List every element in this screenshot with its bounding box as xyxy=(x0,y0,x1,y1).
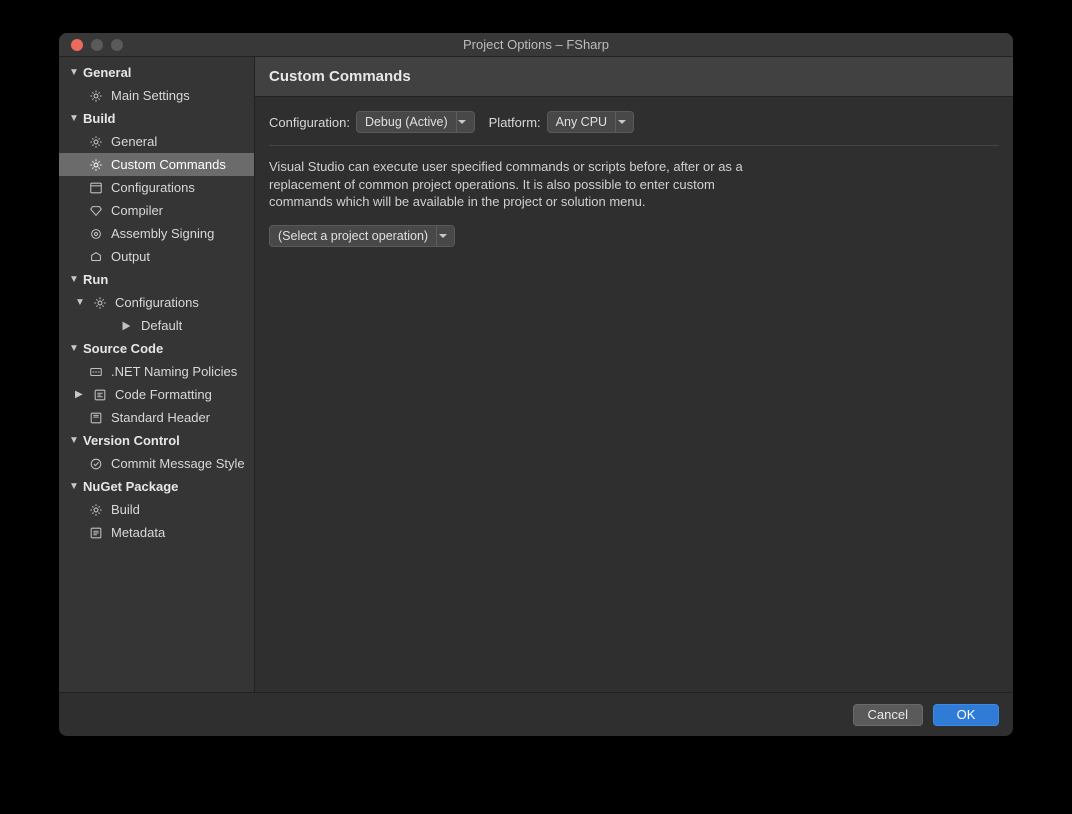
sidebar-item-code-formatting[interactable]: ▶ Code Formatting xyxy=(59,383,254,406)
sidebar-item-run-default[interactable]: Default xyxy=(59,314,254,337)
sidebar-item-nuget-build[interactable]: Build xyxy=(59,498,254,521)
sidebar-item-commit-message-style[interactable]: Commit Message Style xyxy=(59,452,254,475)
sidebar-category-nuget[interactable]: ▼ NuGet Package xyxy=(59,475,254,498)
disclosure-triangle-icon: ▼ xyxy=(69,113,79,124)
sidebar-item-label: General xyxy=(111,134,157,149)
divider xyxy=(269,145,999,146)
sidebar-item-nuget-metadata[interactable]: Metadata xyxy=(59,521,254,544)
config-row: Configuration: Debug (Active) Platform: … xyxy=(269,111,999,133)
dropdown-caret-icon xyxy=(456,112,468,132)
sidebar-category-run[interactable]: ▼ Run xyxy=(59,268,254,291)
sidebar-item-compiler[interactable]: Compiler xyxy=(59,199,254,222)
disclosure-triangle-icon: ▼ xyxy=(69,67,79,78)
operation-dropdown[interactable]: (Select a project operation) xyxy=(269,225,455,247)
disclosure-triangle-icon: ▼ xyxy=(69,343,79,354)
metadata-icon xyxy=(89,526,103,540)
sidebar-item-label: .NET Naming Policies xyxy=(111,364,237,379)
window-title: Project Options – FSharp xyxy=(59,37,1013,52)
sidebar-item-label: Default xyxy=(141,318,182,333)
sidebar-item-label: Assembly Signing xyxy=(111,226,214,241)
dropdown-caret-icon xyxy=(615,112,627,132)
sidebar-item-naming-policies[interactable]: .NET Naming Policies xyxy=(59,360,254,383)
checkmark-circle-icon xyxy=(89,457,103,471)
content-pane: Custom Commands Configuration: Debug (Ac… xyxy=(255,57,1013,692)
content-body: Configuration: Debug (Active) Platform: … xyxy=(255,97,1013,692)
sidebar-category-source-code[interactable]: ▼ Source Code xyxy=(59,337,254,360)
sidebar-item-output[interactable]: Output xyxy=(59,245,254,268)
sidebar-category-label: Run xyxy=(83,272,108,287)
sidebar-category-label: Build xyxy=(83,111,116,126)
configuration-dropdown[interactable]: Debug (Active) xyxy=(356,111,475,133)
naming-icon xyxy=(89,365,103,379)
operation-select-row: (Select a project operation) xyxy=(269,225,999,247)
disclosure-triangle-icon: ▼ xyxy=(69,435,79,446)
titlebar: Project Options – FSharp xyxy=(59,33,1013,57)
button-label: Cancel xyxy=(868,707,908,722)
project-options-window: Project Options – FSharp ▼ General Main … xyxy=(59,33,1013,736)
sidebar-item-label: Build xyxy=(111,502,140,517)
gear-icon xyxy=(89,135,103,149)
footer: Cancel OK xyxy=(59,692,1013,736)
sidebar-item-configurations[interactable]: Configurations xyxy=(59,176,254,199)
sidebar-item-label: Standard Header xyxy=(111,410,210,425)
compiler-icon xyxy=(89,204,103,218)
configuration-label: Configuration: xyxy=(269,115,350,130)
output-icon xyxy=(89,250,103,264)
sidebar-item-label: Compiler xyxy=(111,203,163,218)
gear-icon xyxy=(89,89,103,103)
ok-button[interactable]: OK xyxy=(933,704,999,726)
disclosure-triangle-icon: ▶ xyxy=(75,389,85,400)
disclosure-triangle-icon: ▼ xyxy=(69,274,79,285)
disclosure-triangle-icon: ▼ xyxy=(75,297,85,308)
platform-value: Any CPU xyxy=(556,115,607,129)
sidebar-item-custom-commands[interactable]: Custom Commands xyxy=(59,153,254,176)
sidebar-item-label: Configurations xyxy=(111,180,195,195)
content-heading-label: Custom Commands xyxy=(269,68,411,85)
content-heading: Custom Commands xyxy=(255,57,1013,97)
gear-icon xyxy=(89,158,103,172)
sidebar-item-assembly-signing[interactable]: Assembly Signing xyxy=(59,222,254,245)
sidebar-category-label: Source Code xyxy=(83,341,163,356)
gear-icon xyxy=(93,296,107,310)
sidebar: ▼ General Main Settings ▼ Build General … xyxy=(59,57,255,692)
cancel-button[interactable]: Cancel xyxy=(853,704,923,726)
sidebar-category-version-control[interactable]: ▼ Version Control xyxy=(59,429,254,452)
platform-dropdown[interactable]: Any CPU xyxy=(547,111,634,133)
sidebar-item-run-configurations[interactable]: ▼ Configurations xyxy=(59,291,254,314)
platform-label: Platform: xyxy=(489,115,541,130)
configurations-icon xyxy=(89,181,103,195)
play-icon xyxy=(119,319,133,333)
disclosure-triangle-icon: ▼ xyxy=(69,481,79,492)
window-body: ▼ General Main Settings ▼ Build General … xyxy=(59,57,1013,692)
sidebar-category-label: NuGet Package xyxy=(83,479,178,494)
signing-icon xyxy=(89,227,103,241)
description-text: Visual Studio can execute user specified… xyxy=(269,158,749,211)
operation-value: (Select a project operation) xyxy=(278,229,428,243)
sidebar-category-general[interactable]: ▼ General xyxy=(59,61,254,84)
sidebar-item-label: Code Formatting xyxy=(115,387,212,402)
formatting-icon xyxy=(93,388,107,402)
header-icon xyxy=(89,411,103,425)
sidebar-item-label: Main Settings xyxy=(111,88,190,103)
sidebar-item-label: Metadata xyxy=(111,525,165,540)
sidebar-category-label: Version Control xyxy=(83,433,180,448)
sidebar-item-label: Output xyxy=(111,249,150,264)
sidebar-item-build-general[interactable]: General xyxy=(59,130,254,153)
configuration-value: Debug (Active) xyxy=(365,115,448,129)
gear-icon xyxy=(89,503,103,517)
dropdown-caret-icon xyxy=(436,226,448,246)
sidebar-category-build[interactable]: ▼ Build xyxy=(59,107,254,130)
sidebar-item-label: Configurations xyxy=(115,295,199,310)
sidebar-item-standard-header[interactable]: Standard Header xyxy=(59,406,254,429)
sidebar-item-label: Custom Commands xyxy=(111,157,226,172)
sidebar-item-label: Commit Message Style xyxy=(111,456,245,471)
sidebar-item-main-settings[interactable]: Main Settings xyxy=(59,84,254,107)
button-label: OK xyxy=(957,707,976,722)
sidebar-category-label: General xyxy=(83,65,131,80)
